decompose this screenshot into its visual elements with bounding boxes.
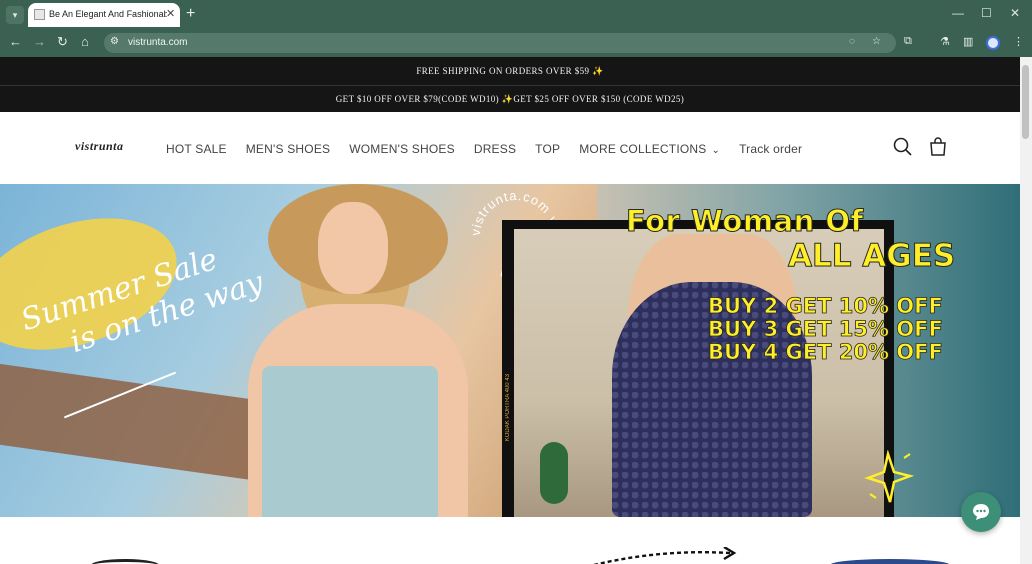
section-graphic	[90, 559, 160, 564]
nav-womens-shoes[interactable]: WOMEN'S SHOES	[349, 142, 455, 156]
nav-top[interactable]: TOP	[535, 142, 560, 156]
bookmark-star-icon[interactable]: ☆	[872, 36, 881, 47]
nav-hot-sale[interactable]: HOT SALE	[166, 142, 227, 156]
promo-headline: For Woman Of	[626, 204, 864, 239]
reload-icon[interactable]: ↻	[57, 34, 68, 50]
url-text[interactable]: vistrunta.com	[128, 37, 187, 48]
menu-kebab-icon[interactable]: ⋮	[1013, 35, 1024, 48]
section-graphic	[830, 559, 950, 564]
forward-icon[interactable]: →	[33, 34, 46, 50]
profile-avatar[interactable]	[986, 36, 1000, 50]
browser-tab[interactable]: Be An Elegant And Fashionable ✕	[28, 3, 180, 27]
nav-track-order[interactable]: Track order	[739, 142, 802, 156]
labs-icon[interactable]: ⚗	[940, 35, 950, 48]
offer-item: BUY 4 GET 20% OFF	[708, 340, 944, 364]
site-logo[interactable]: vistrunta	[75, 139, 135, 161]
offer-item: BUY 2 GET 10% OFF	[708, 294, 944, 318]
dashed-arrow-icon	[593, 547, 737, 564]
chat-button[interactable]	[961, 492, 1001, 532]
main-nav: HOT SALE MEN'S SHOES WOMEN'S SHOES DRESS…	[166, 142, 821, 156]
eye-off-icon[interactable]: ◌	[849, 36, 855, 47]
maximize-icon[interactable]: ☐	[981, 6, 992, 20]
favicon-icon	[34, 9, 45, 20]
sparkle-icon	[864, 450, 914, 503]
extensions-icon[interactable]: ⧉	[904, 35, 912, 48]
tab-search-button[interactable]: ▾	[6, 6, 24, 24]
announcement-bar: GET $10 OFF OVER $79(CODE WD10) ✨GET $25…	[0, 85, 1020, 112]
site-header: vistrunta HOT SALE MEN'S SHOES WOMEN'S S…	[0, 112, 1020, 184]
new-tab-button[interactable]: +	[186, 5, 195, 23]
nav-more-collections-label: MORE COLLECTIONS	[579, 142, 707, 156]
cart-icon[interactable]	[927, 136, 949, 158]
site-info-icon[interactable]: ⚙	[110, 36, 119, 47]
model-face	[318, 202, 388, 294]
back-icon[interactable]: ←	[9, 34, 22, 50]
film-edge-text: KODAK PORTRA 400 43	[505, 374, 511, 442]
promo-subheadline: ALL AGES	[787, 238, 956, 275]
web-page: FREE SHIPPING ON ORDERS OVER $59 ✨ GET $…	[0, 57, 1020, 564]
tab-close-icon[interactable]: ✕	[166, 7, 175, 20]
nav-dress[interactable]: DRESS	[474, 142, 516, 156]
side-panel-icon[interactable]: ▥	[963, 35, 973, 48]
browser-tab-bar: ▾ Be An Elegant And Fashionable ✕ + — ☐ …	[0, 0, 1032, 29]
nav-more-collections[interactable]: MORE COLLECTIONS ⌄	[579, 142, 720, 156]
nav-mens-shoes[interactable]: MEN'S SHOES	[246, 142, 331, 156]
chat-bubble-icon	[973, 504, 989, 520]
cactus	[540, 442, 568, 504]
close-window-icon[interactable]: ✕	[1010, 6, 1020, 20]
announcement-bar: FREE SHIPPING ON ORDERS OVER $59 ✨	[0, 57, 1020, 85]
offer-list: BUY 2 GET 10% OFF BUY 3 GET 15% OFF BUY …	[708, 294, 944, 364]
browser-toolbar: ← → ↻ ⌂ ⚙ vistrunta.com ◌ ☆ ⧉ ⚗ ▥ ⋮	[0, 29, 1032, 57]
minimize-icon[interactable]: —	[952, 6, 964, 20]
scrollbar-thumb[interactable]	[1022, 65, 1029, 139]
home-icon[interactable]: ⌂	[81, 34, 89, 50]
tab-title: Be An Elegant And Fashionable	[49, 9, 167, 19]
chevron-down-icon: ⌄	[711, 145, 721, 156]
page-scrollbar[interactable]	[1020, 57, 1032, 564]
address-bar[interactable]: ⚙ vistrunta.com ◌ ☆	[104, 33, 896, 53]
hero-banner[interactable]: Summer Sale is on the way vistrunta.com …	[0, 184, 1020, 517]
model-dress	[262, 366, 438, 517]
search-icon[interactable]	[892, 136, 914, 158]
offer-item: BUY 3 GET 15% OFF	[708, 317, 944, 341]
